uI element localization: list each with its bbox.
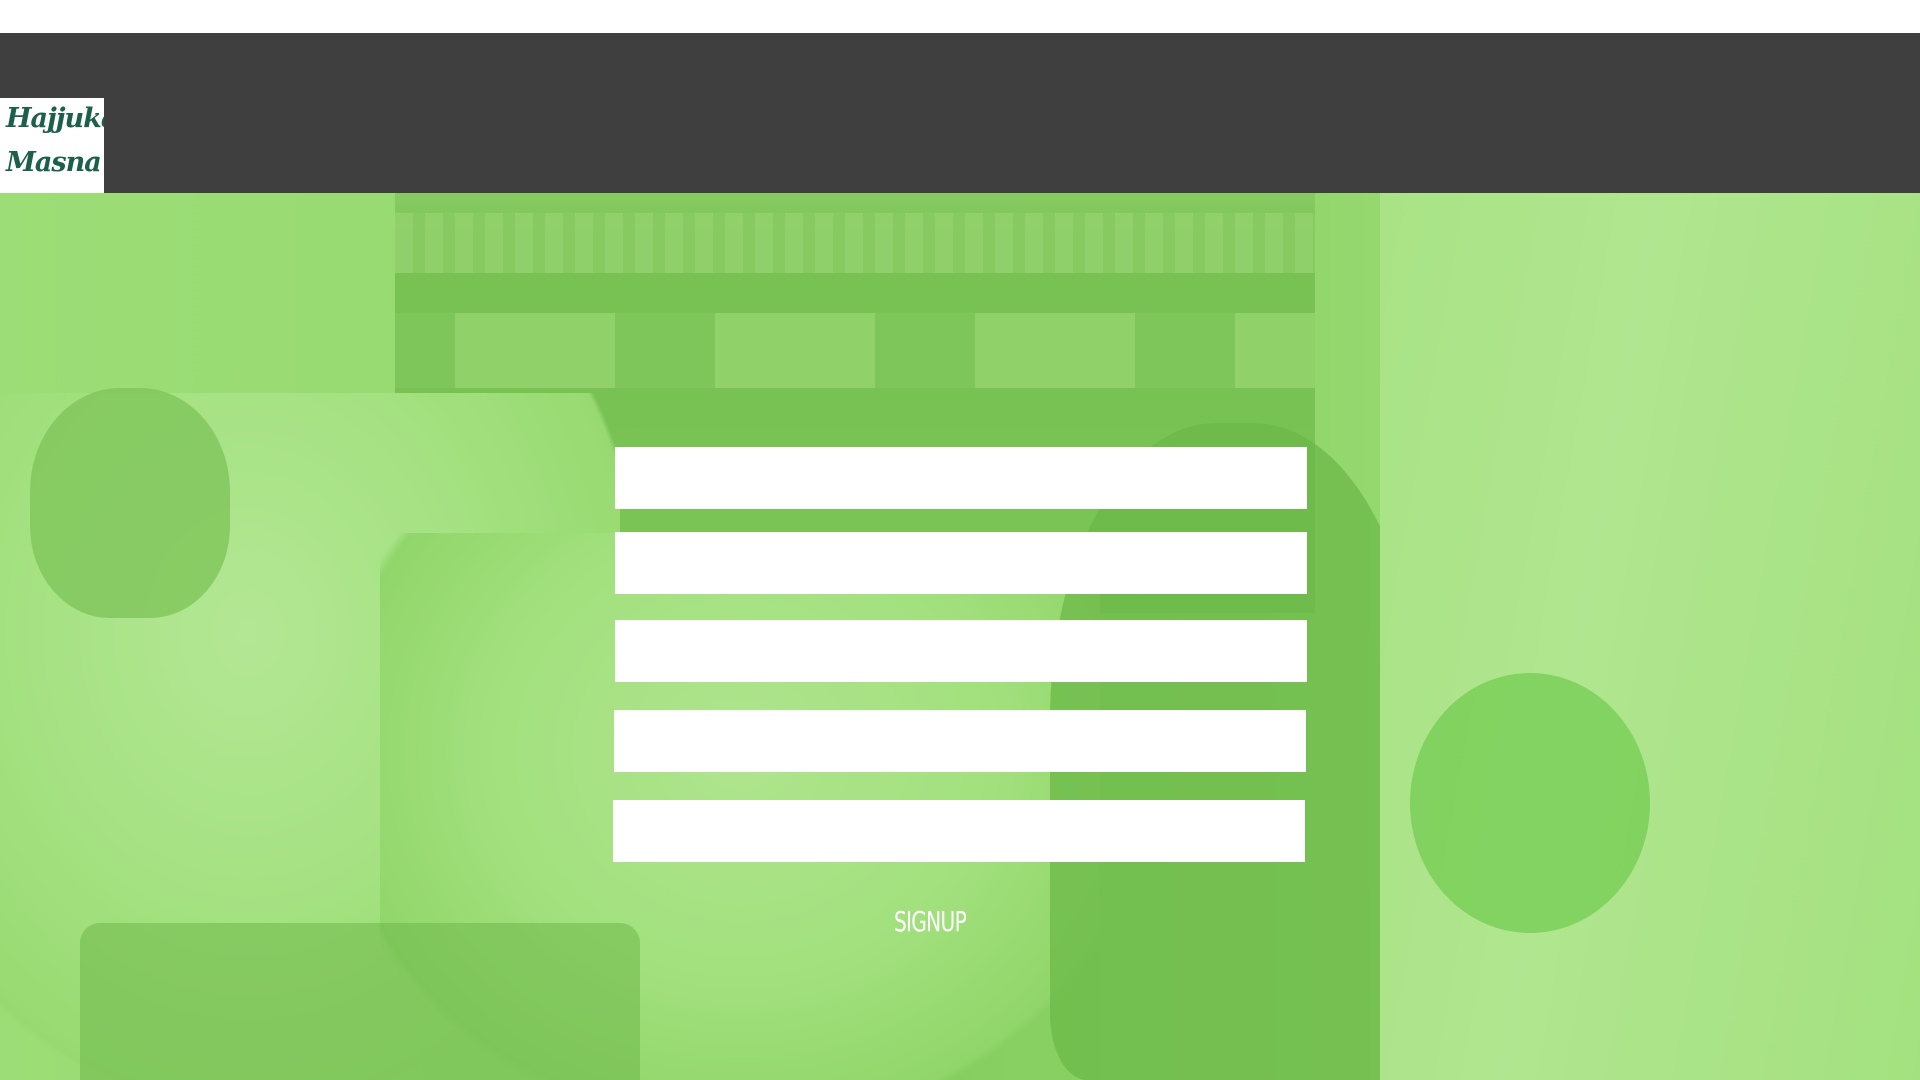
top-strip	[0, 0, 1920, 33]
logo-text-line2: Masna	[6, 147, 102, 178]
signup-field-5[interactable]	[613, 800, 1305, 862]
signup-field-4[interactable]	[614, 710, 1306, 772]
signup-field-3[interactable]	[615, 620, 1307, 682]
logo-text-line1: Hajjuka	[6, 103, 104, 134]
site-header	[0, 33, 1920, 193]
brand-logo[interactable]: Hajjuka Masna	[0, 98, 104, 193]
signup-field-2[interactable]	[615, 532, 1307, 594]
signup-button[interactable]: SIGNUP	[880, 900, 981, 942]
signup-field-1[interactable]	[615, 447, 1307, 509]
